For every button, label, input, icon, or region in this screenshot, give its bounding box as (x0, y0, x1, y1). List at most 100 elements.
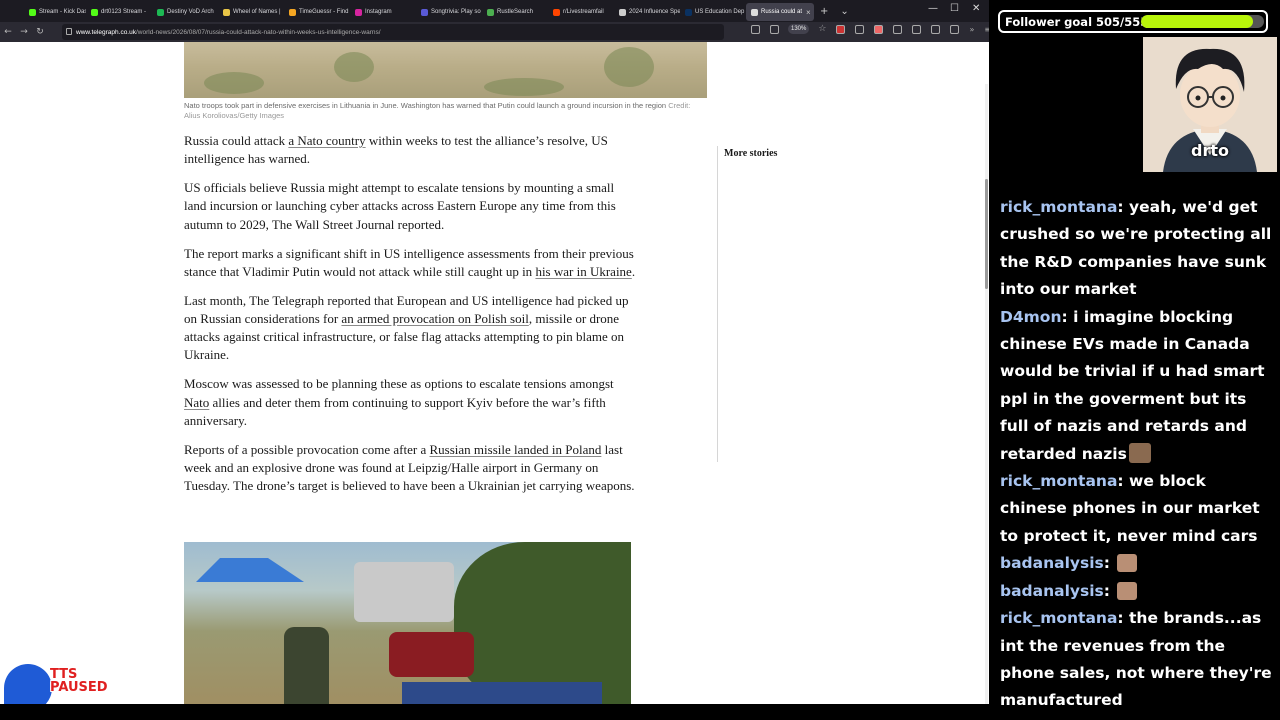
url-host: www.telegraph.co.uk (76, 28, 136, 36)
tab-label: US Education Dep (695, 9, 745, 15)
chat-message: rick_montana: yeah, we'd get crushed so … (1000, 194, 1276, 304)
article-body: Russia could attack a Nato country withi… (184, 132, 636, 506)
tab-favicon-icon (223, 8, 230, 16)
link-russian-missile[interactable]: Russian missile landed in Poland (429, 442, 601, 457)
chat-separator: : (1103, 554, 1116, 573)
minimize-button[interactable]: — (928, 3, 938, 14)
browser-tab[interactable]: 2024 Influence Spendi (614, 3, 680, 21)
tab-label: Instagram (365, 9, 392, 15)
paragraph: The report marks a significant shift in … (184, 245, 636, 279)
browser-window: Stream - Kick Dash drt0123 Stream - Desti… (0, 0, 989, 704)
follower-goal-bar (1141, 15, 1264, 28)
bookmark-star-icon[interactable]: ☆ (818, 24, 826, 34)
back-icon[interactable]: ← (0, 27, 16, 37)
webcam-name-label: drto (1191, 141, 1229, 160)
tab-favicon-icon (685, 8, 692, 16)
link-nato[interactable]: Nato (184, 395, 209, 410)
maximize-button[interactable]: ☐ (950, 3, 959, 14)
zoom-level[interactable]: 130% (788, 24, 810, 34)
browser-tab[interactable]: Stream - Kick Dash (24, 3, 86, 21)
webcam-avatar: drto (1143, 37, 1277, 172)
chat-username[interactable]: badanalysis (1000, 582, 1104, 600)
browser-tab[interactable]: TimeGuessr - Find (284, 3, 350, 21)
chat-separator: : (1103, 581, 1116, 600)
paragraph: Reports of a possible provocation come a… (184, 441, 635, 494)
browser-tab[interactable]: Destiny VoD Arch (152, 3, 218, 21)
chat-separator: : (1117, 198, 1130, 216)
extension-icon[interactable] (855, 24, 865, 34)
browser-tab[interactable]: drt0123 Stream - (86, 3, 152, 21)
tab-label: RustleSearch (497, 9, 534, 15)
tab-label: TimeGuessr - Find (299, 9, 349, 15)
follower-goal-label: Follower goal 505/555 (1005, 15, 1149, 29)
tab-favicon-icon (289, 8, 296, 16)
chat-emote-icon (1128, 442, 1151, 463)
chat-separator: : (1061, 307, 1074, 326)
downloads-icon[interactable] (912, 24, 922, 34)
tab-favicon-icon (29, 8, 36, 16)
link-nato-country[interactable]: a Nato country (288, 133, 365, 148)
browser-tab[interactable]: Wheel of Names | (218, 3, 284, 21)
page-scrollbar[interactable] (985, 84, 988, 704)
address-bar[interactable]: www.telegraph.co.uk/world-news/2026/08/0… (62, 24, 724, 40)
chat-text: i imagine blocking chinese EVs made in C… (1000, 307, 1265, 463)
follower-goal-widget: Follower goal 505/555 (998, 10, 1268, 33)
forward-icon[interactable]: → (16, 27, 32, 37)
overflow-icon[interactable]: » (969, 25, 974, 34)
tab-favicon-icon (355, 8, 362, 16)
extension-icon[interactable] (836, 24, 846, 34)
scrollbar-thumb[interactable] (985, 179, 988, 289)
reload-icon[interactable]: ↻ (32, 27, 48, 37)
picture-in-picture-icon[interactable] (770, 24, 779, 34)
chat-message: rick_montana: the brands...as int the re… (1000, 605, 1276, 715)
article-image (184, 542, 631, 704)
browser-tab[interactable]: US Education Dep (680, 3, 746, 21)
article-page: Nato troops took part in defensive exerc… (0, 42, 989, 704)
chat-username[interactable]: rick_montana (1000, 609, 1117, 627)
paragraph: Russia could attack a Nato country withi… (184, 133, 608, 167)
extension-icon[interactable] (893, 24, 903, 34)
browser-tab[interactable]: r/Livestreamfail (548, 3, 614, 21)
chat-separator: : (1117, 609, 1130, 628)
extension-icon[interactable] (874, 24, 884, 34)
tab-list-button[interactable]: ⌄ (834, 6, 854, 17)
taskbar-strip (0, 704, 989, 720)
image-caption: Nato troops took part in defensive exerc… (184, 101, 694, 121)
hero-image (184, 42, 707, 98)
tts-paused-label: TTS PAUSED (50, 667, 108, 695)
toolbar-icons: 130% ☆ » ≡ (746, 24, 989, 34)
chat-username[interactable]: D4mon (1000, 308, 1062, 326)
browser-tab[interactable]: RustleSearch (482, 3, 548, 21)
link-war-in-ukraine[interactable]: his war in Ukraine (535, 264, 631, 279)
extensions-icon[interactable] (931, 24, 941, 34)
browser-tab[interactable]: Instagram (350, 3, 416, 21)
new-tab-button[interactable]: + (814, 6, 834, 17)
tab-label: Stream - Kick Dash (39, 9, 86, 15)
paragraph: Last month, The Telegraph reported that … (184, 292, 629, 363)
chat-message: badanalysis: (1000, 578, 1276, 605)
close-window-button[interactable]: ✕ (972, 3, 980, 14)
paragraph: Moscow was assessed to be planning these… (184, 376, 614, 428)
chat-emote-icon (1117, 554, 1138, 573)
chat-message: D4mon: i imagine blocking chinese EVs ma… (1000, 304, 1276, 468)
lock-icon (66, 28, 72, 35)
stream-overlay: Follower goal 505/555 drto rick_montana:… (989, 0, 1280, 720)
tab-favicon-icon (91, 8, 98, 16)
chat-username[interactable]: rick_montana (1000, 198, 1117, 216)
browser-tab[interactable]: Songtrivia: Play so (416, 3, 482, 21)
chat-username[interactable]: rick_montana (1000, 472, 1117, 490)
tab-favicon-icon (751, 8, 758, 16)
url-path: /world-news/2026/08/07/russia-could-atta… (135, 28, 381, 36)
browser-tab[interactable]: Russia could at × (746, 3, 814, 21)
link-armed-provocation[interactable]: an armed provocation on Polish soil (341, 311, 528, 326)
close-tab-icon[interactable]: × (806, 8, 811, 17)
chat-username[interactable]: badanalysis (1000, 554, 1104, 572)
tab-label: Destiny VoD Arch (167, 9, 214, 15)
chat-message: rick_montana: we block chinese phones in… (1000, 468, 1276, 550)
chat-log: rick_montana: yeah, we'd get crushed so … (1000, 194, 1276, 715)
paragraph: US officials believe Russia might attemp… (184, 180, 616, 232)
reader-view-icon[interactable] (751, 24, 760, 34)
bird-icon (4, 664, 52, 704)
sidebar-icon[interactable] (950, 24, 960, 34)
tab-label: Russia could at (761, 9, 803, 15)
